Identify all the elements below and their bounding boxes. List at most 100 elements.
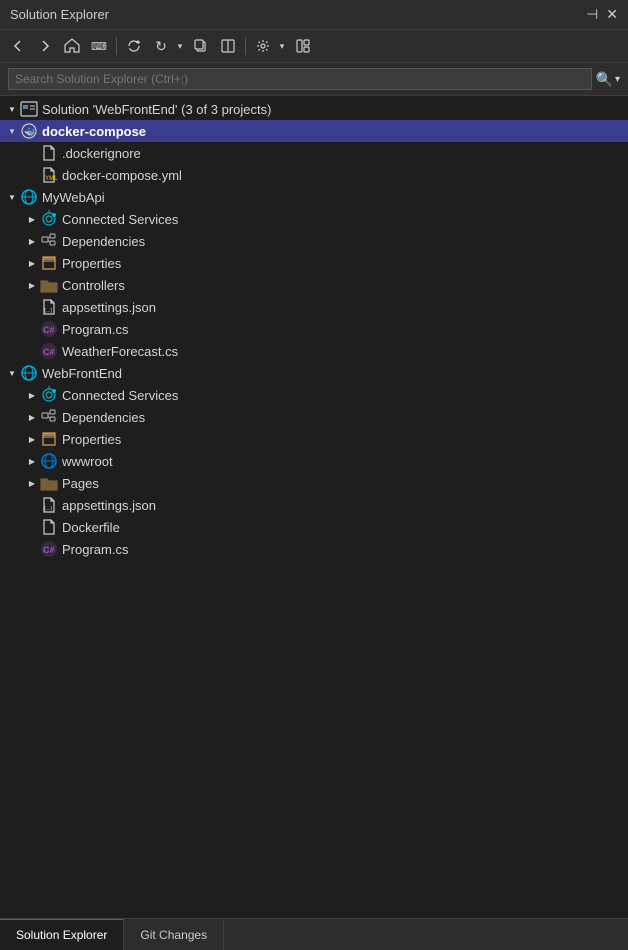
icon-mywebapi-appsettings: {...} (40, 298, 58, 316)
expander-mywebapi-controllers[interactable]: ▶ (24, 277, 40, 293)
tree-item-docker-compose-yml[interactable]: YMLdocker-compose.yml (0, 164, 628, 186)
expander-mywebapi-weather[interactable] (24, 343, 40, 359)
refresh-dropdown[interactable]: ↻ ▾ (149, 34, 186, 58)
tree-item-docker-compose[interactable]: ▼ 🐳 docker-compose (0, 120, 628, 142)
title-bar-left: Solution Explorer (10, 7, 109, 22)
label-dockerignore: .dockerignore (62, 146, 141, 161)
expander-dockerignore[interactable] (24, 145, 40, 161)
refresh-button[interactable]: ↻ (149, 34, 173, 58)
forward-button[interactable] (33, 34, 57, 58)
expander-webfrontend-appsettings[interactable] (24, 497, 40, 513)
label-mywebapi-props: Properties (62, 256, 121, 271)
close-icon[interactable]: ✕ (606, 6, 618, 23)
search-bar: 🔍 ▾ (0, 63, 628, 96)
tree-item-webfrontend-program[interactable]: C# Program.cs (0, 538, 628, 560)
tree-item-mywebapi-appsettings[interactable]: {...} appsettings.json (0, 296, 628, 318)
tree-item-dockerignore[interactable]: .dockerignore (0, 142, 628, 164)
home-button[interactable] (60, 34, 84, 58)
icon-webfrontend-dockerfile (40, 518, 58, 536)
tree-item-webfrontend[interactable]: ▼WebFrontEnd (0, 362, 628, 384)
expander-docker-compose-yml[interactable] (24, 167, 40, 183)
icon-mywebapi-props (40, 254, 58, 272)
settings-dropdown-arrow[interactable]: ▾ (276, 34, 288, 58)
label-webfrontend-dockerfile: Dockerfile (62, 520, 120, 535)
tab-git-changes[interactable]: Git Changes (124, 919, 224, 950)
icon-docker-compose: 🐳 (20, 122, 38, 140)
tree-item-mywebapi-weather[interactable]: C#WeatherForecast.cs (0, 340, 628, 362)
expander-webfrontend[interactable]: ▼ (4, 365, 20, 381)
tree-item-mywebapi-program[interactable]: C#Program.cs (0, 318, 628, 340)
back-button[interactable] (6, 34, 30, 58)
separator-1 (116, 37, 117, 55)
tree-item-mywebapi-connected[interactable]: ▶Connected Services (0, 208, 628, 230)
expander-webfrontend-deps[interactable]: ▶ (24, 409, 40, 425)
expander-mywebapi-program[interactable] (24, 321, 40, 337)
svg-text:YML: YML (45, 176, 58, 182)
title-bar-title: Solution Explorer (10, 7, 109, 22)
tree-item-mywebapi-deps[interactable]: ▶ Dependencies (0, 230, 628, 252)
expander-webfrontend-connected[interactable]: ▶ (24, 387, 40, 403)
icon-mywebapi-deps (40, 232, 58, 250)
expander-mywebapi-connected[interactable]: ▶ (24, 211, 40, 227)
icon-webfrontend-pages (40, 474, 58, 492)
code-icon[interactable]: ⌨ (87, 34, 111, 58)
label-mywebapi-controllers: Controllers (62, 278, 125, 293)
expander-docker-compose[interactable]: ▼ (4, 123, 20, 139)
tree-item-solution[interactable]: ▼ Solution 'WebFrontEnd' (3 of 3 project… (0, 98, 628, 120)
expander-mywebapi[interactable]: ▼ (4, 189, 20, 205)
tree-item-webfrontend-wwwroot[interactable]: ▶wwwroot (0, 450, 628, 472)
pin-icon[interactable]: ⊣ (586, 6, 598, 23)
tree-item-webfrontend-deps[interactable]: ▶ Dependencies (0, 406, 628, 428)
title-bar: Solution Explorer ⊣ ✕ (0, 0, 628, 30)
svg-text:{...}: {...} (44, 506, 52, 512)
tree-item-mywebapi-props[interactable]: ▶ Properties (0, 252, 628, 274)
label-mywebapi-weather: WeatherForecast.cs (62, 344, 178, 359)
tree-item-webfrontend-connected[interactable]: ▶ Connected Services (0, 384, 628, 406)
refresh-dropdown-arrow[interactable]: ▾ (174, 34, 186, 58)
tree-item-webfrontend-props[interactable]: ▶ Properties (0, 428, 628, 450)
expander-mywebapi-props[interactable]: ▶ (24, 255, 40, 271)
icon-docker-compose-yml: YML (40, 166, 58, 184)
label-webfrontend-deps: Dependencies (62, 410, 145, 425)
settings-dropdown[interactable]: ▾ (251, 34, 288, 58)
expander-mywebapi-appsettings[interactable] (24, 299, 40, 315)
icon-solution (20, 100, 38, 118)
sync-button[interactable] (122, 34, 146, 58)
label-docker-compose: docker-compose (42, 124, 146, 139)
svg-text:C#: C# (43, 325, 55, 335)
icon-mywebapi-connected (40, 210, 58, 228)
expander-webfrontend-dockerfile[interactable] (24, 519, 40, 535)
svg-text:🐳: 🐳 (24, 127, 35, 137)
expander-webfrontend-pages[interactable]: ▶ (24, 475, 40, 491)
tree-item-mywebapi-controllers[interactable]: ▶ Controllers (0, 274, 628, 296)
icon-mywebapi (20, 188, 38, 206)
svg-text:C#: C# (43, 545, 55, 555)
expander-webfrontend-wwwroot[interactable]: ▶ (24, 453, 40, 469)
expander-webfrontend-props[interactable]: ▶ (24, 431, 40, 447)
label-webfrontend-program: Program.cs (62, 542, 128, 557)
layout-button[interactable] (291, 34, 315, 58)
search-icon[interactable]: 🔍 (596, 71, 613, 88)
icon-webfrontend-wwwroot (40, 452, 58, 470)
split-button[interactable] (216, 34, 240, 58)
icon-webfrontend-deps (40, 408, 58, 426)
label-webfrontend-connected: Connected Services (62, 388, 178, 403)
search-dropdown-arrow[interactable]: ▾ (615, 74, 620, 85)
label-mywebapi-appsettings: appsettings.json (62, 300, 156, 315)
label-mywebapi-deps: Dependencies (62, 234, 145, 249)
copy-button[interactable] (189, 34, 213, 58)
icon-mywebapi-controllers (40, 276, 58, 294)
expander-solution[interactable]: ▼ (4, 101, 20, 117)
label-solution: Solution 'WebFrontEnd' (3 of 3 projects) (42, 102, 271, 117)
tree-item-webfrontend-appsettings[interactable]: {...}appsettings.json (0, 494, 628, 516)
expander-mywebapi-deps[interactable]: ▶ (24, 233, 40, 249)
tree-item-webfrontend-dockerfile[interactable]: Dockerfile (0, 516, 628, 538)
tab-solution-explorer[interactable]: Solution Explorer (0, 919, 124, 950)
tab-bar: Solution ExplorerGit Changes (0, 918, 628, 950)
tree-item-webfrontend-pages[interactable]: ▶Pages (0, 472, 628, 494)
expander-webfrontend-program[interactable] (24, 541, 40, 557)
search-input[interactable] (8, 68, 592, 90)
tree-item-mywebapi[interactable]: ▼MyWebApi (0, 186, 628, 208)
settings-button[interactable] (251, 34, 275, 58)
label-webfrontend-props: Properties (62, 432, 121, 447)
